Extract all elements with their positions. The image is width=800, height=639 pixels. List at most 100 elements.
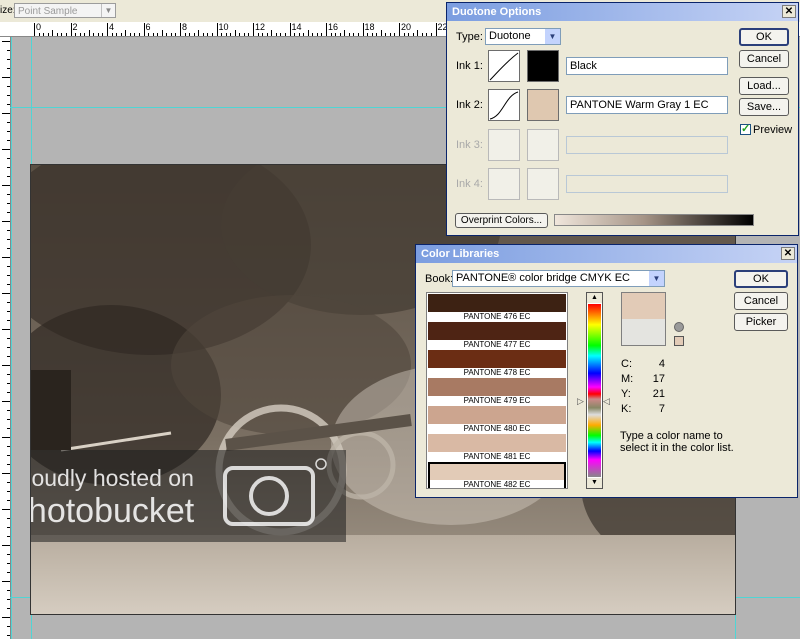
load-button[interactable]: Load...	[739, 77, 789, 95]
ruler-number: 8	[182, 22, 188, 32]
swatch-list[interactable]: PANTONE 476 EC PANTONE 477 EC PANTONE 478 …	[426, 292, 568, 489]
preview-checkbox[interactable]: ✓	[740, 123, 751, 135]
swatch-item[interactable]: PANTONE 476 EC	[428, 294, 566, 322]
cmyk-row: Y: 21	[621, 388, 681, 403]
slider-left-marker-icon[interactable]: ▷	[577, 396, 584, 407]
vertical-ruler[interactable]	[0, 37, 11, 639]
ruler-minor-tick	[339, 33, 341, 36]
ruler-major-tick	[34, 23, 35, 36]
cmyk-label: C:	[621, 358, 632, 370]
ruler-number: 4	[109, 22, 115, 32]
ruler-minor-tick	[7, 356, 10, 357]
ink1-curve-box[interactable]	[488, 50, 520, 82]
ink1-name-field[interactable]: Black	[566, 57, 728, 75]
ok-button[interactable]: OK	[734, 270, 788, 288]
swatch-item[interactable]: PANTONE 479 EC	[428, 378, 566, 406]
ruler-minor-tick	[7, 95, 10, 96]
gamut-warning-icon[interactable]	[674, 322, 684, 332]
ruler-minor-tick	[371, 33, 373, 36]
arrow-up-icon[interactable]: ▲	[587, 293, 602, 303]
cmyk-value: 4	[658, 358, 665, 370]
ruler-major-tick	[435, 23, 437, 36]
swatch-item[interactable]: PANTONE 477 EC	[428, 322, 566, 350]
ruler-minor-tick	[7, 527, 10, 528]
cmyk-row: M: 17	[621, 373, 681, 388]
color-spectrum-slider[interactable]: ▲ ▼	[586, 292, 603, 489]
ink2-color-swatch[interactable]	[527, 89, 559, 121]
overprint-colors-button[interactable]: Overprint Colors...	[455, 213, 548, 228]
ruler-minor-tick	[7, 599, 10, 600]
ruler-minor-tick	[225, 33, 227, 36]
gamut-correction-swatch[interactable]	[674, 336, 684, 346]
ruler-minor-tick	[198, 30, 200, 36]
ruler-major-tick	[216, 23, 218, 36]
ink1-label: Ink 1:	[456, 60, 483, 72]
book-select[interactable]: PANTONE® color bridge CMYK EC ▼	[452, 270, 665, 287]
ruler-number: 18	[364, 22, 375, 32]
ok-button[interactable]: OK	[739, 28, 789, 46]
ruler-major-tick	[143, 23, 145, 36]
swatch-color	[428, 294, 566, 312]
swatch-item[interactable]: PANTONE 480 EC	[428, 406, 566, 434]
swatch-color	[428, 434, 566, 452]
arrow-down-icon[interactable]: ▼	[587, 478, 602, 488]
ruler-minor-tick	[280, 33, 282, 36]
swatch-item[interactable]: PANTONE 481 EC	[428, 434, 566, 462]
ruler-number: 10	[218, 22, 229, 32]
ruler-minor-tick	[79, 33, 81, 36]
ruler-minor-tick	[7, 122, 10, 123]
ruler-minor-tick	[7, 167, 10, 168]
watermark-line2: photobucket	[31, 492, 195, 530]
swatch-color	[428, 378, 566, 396]
sample-size-value: Point Sample	[18, 6, 78, 17]
ruler-minor-tick	[7, 338, 10, 339]
ruler-minor-tick	[257, 33, 259, 36]
ruler-minor-tick	[7, 266, 10, 267]
duotone-dialog-titlebar[interactable]: Duotone Options ✕	[447, 3, 798, 21]
ink2-name-field[interactable]: PANTONE Warm Gray 1 EC	[566, 96, 728, 114]
ink2-curve-box[interactable]	[488, 89, 520, 121]
ink4-color-swatch	[527, 168, 559, 200]
ink1-color-swatch[interactable]	[527, 50, 559, 82]
ruler-minor-tick	[129, 33, 131, 36]
sample-size-select[interactable]: Point Sample ▼	[14, 3, 116, 18]
ink3-name-field	[566, 136, 728, 154]
book-select-value: PANTONE® color bridge CMYK EC	[456, 272, 630, 284]
ruler-minor-tick	[243, 33, 245, 36]
ruler-minor-tick	[7, 86, 10, 87]
guide-vertical[interactable]	[11, 37, 12, 639]
gradient-preview-bar	[554, 214, 754, 226]
ink3-curve-box	[488, 129, 520, 161]
save-button[interactable]: Save...	[739, 98, 789, 116]
ink4-label: Ink 4:	[456, 178, 483, 190]
swatch-name: PANTONE 481 EC	[428, 452, 566, 462]
ruler-minor-tick	[7, 635, 10, 636]
ruler-minor-tick	[7, 104, 10, 105]
close-icon[interactable]: ✕	[781, 247, 795, 260]
ruler-major-tick	[253, 23, 254, 36]
cancel-button[interactable]: Cancel	[739, 50, 789, 68]
ruler-minor-tick	[417, 30, 419, 36]
swatch-item[interactable]: PANTONE 482 EC	[428, 462, 566, 488]
ruler-major-tick	[180, 23, 181, 36]
ruler-minor-tick	[303, 33, 305, 36]
picker-button[interactable]: Picker	[734, 313, 788, 331]
slider-right-marker-icon[interactable]: ◁	[603, 396, 610, 407]
cmyk-value: 17	[652, 373, 665, 385]
swatch-color	[428, 350, 566, 368]
ruler-minor-tick	[120, 33, 122, 36]
type-select[interactable]: Duotone ▼	[485, 28, 561, 45]
swatch-item[interactable]: PANTONE 478 EC	[428, 350, 566, 378]
ruler-minor-tick	[7, 302, 10, 303]
ruler-minor-tick	[367, 33, 369, 36]
ruler-minor-tick	[157, 33, 159, 36]
ruler-minor-tick	[330, 33, 332, 36]
ruler-minor-tick	[430, 33, 432, 36]
close-icon[interactable]: ✕	[782, 5, 796, 18]
cancel-button[interactable]: Cancel	[734, 292, 788, 310]
color-libraries-titlebar[interactable]: Color Libraries ✕	[416, 245, 797, 263]
swatch-color	[428, 322, 566, 340]
ruler-minor-tick	[230, 33, 232, 36]
ruler-minor-tick	[344, 30, 346, 36]
ruler-minor-tick	[7, 536, 10, 537]
